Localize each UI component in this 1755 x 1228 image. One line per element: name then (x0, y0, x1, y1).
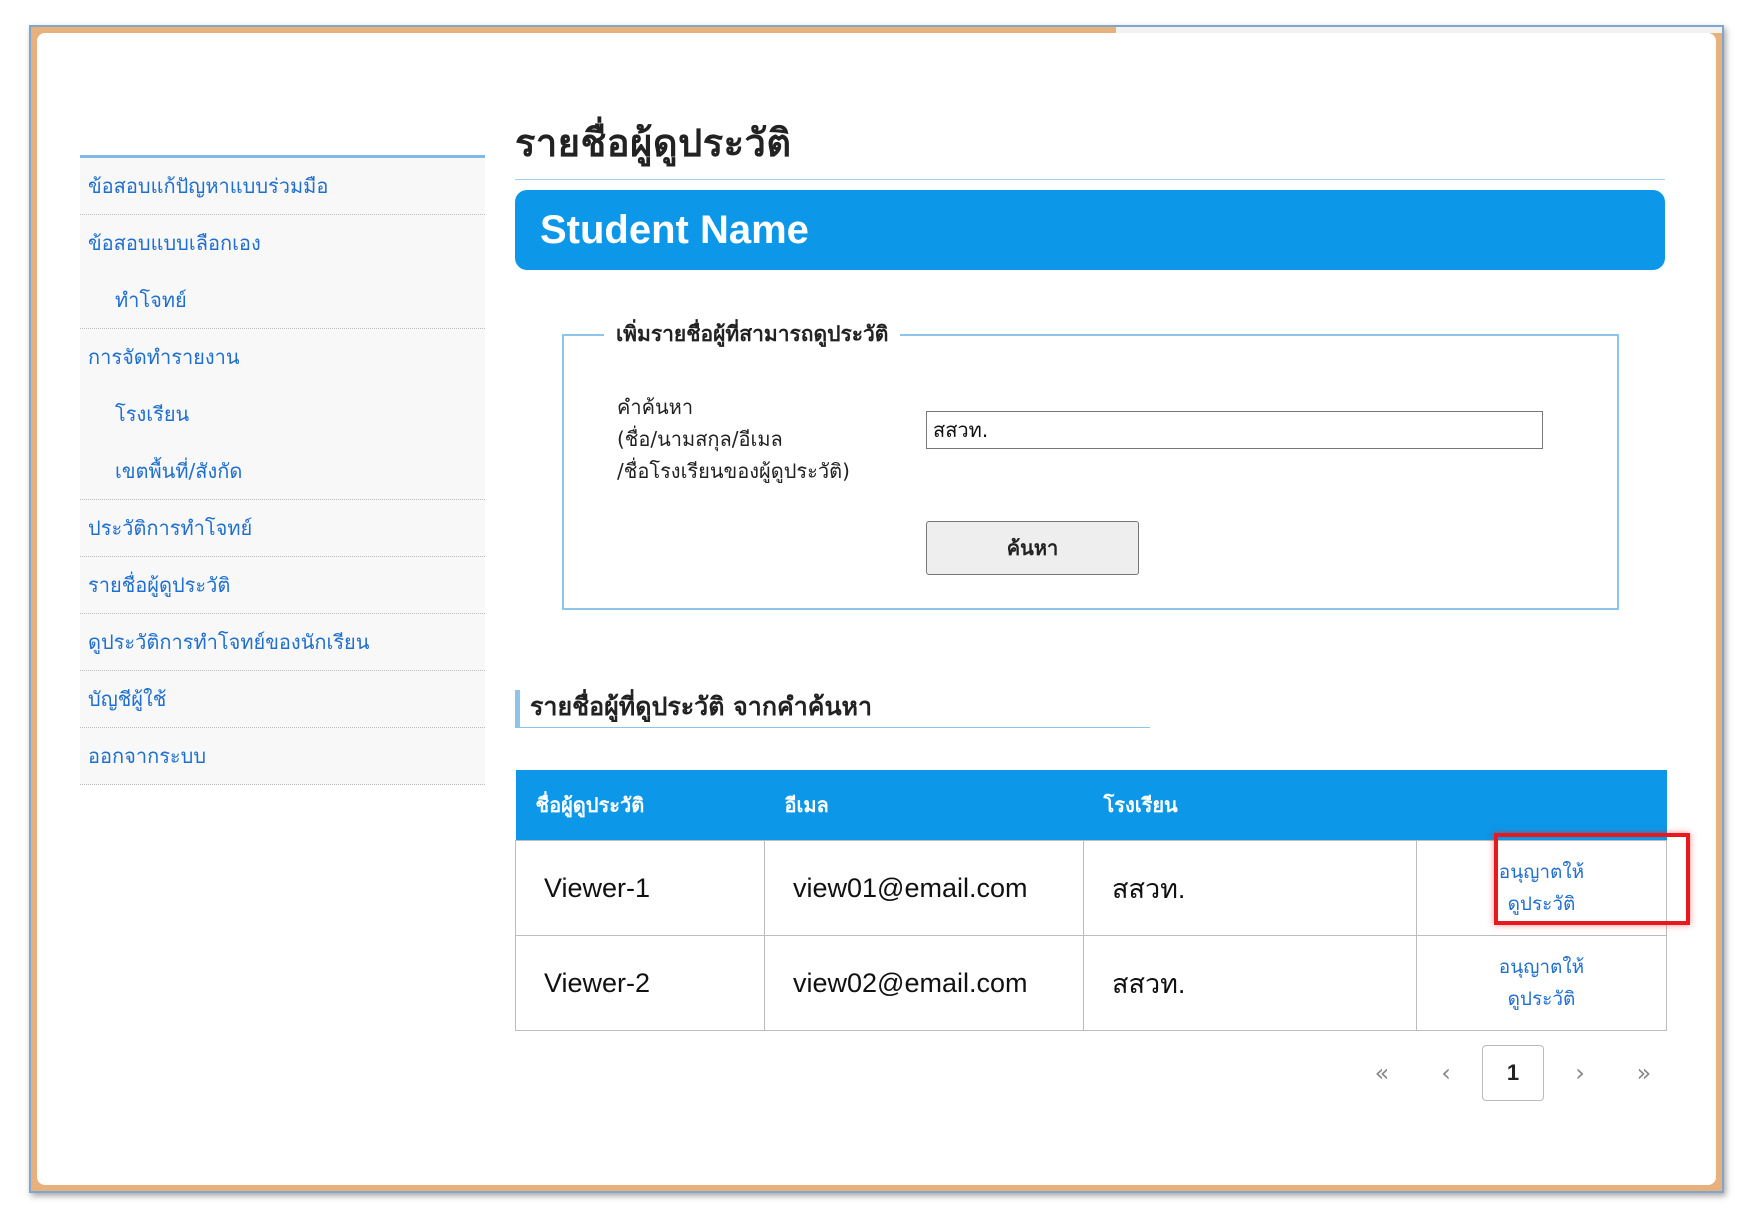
search-label: คำค้นหา (ชื่อ/นามสกุล/อีเมล /ชื่อโรงเรีย… (617, 391, 850, 487)
results-heading: รายชื่อผู้ที่ดูประวัติ จากคำค้นหา (515, 690, 1150, 728)
action-cell: อนุญาตให้ ดูประวัติ (1416, 935, 1667, 1031)
pagination: « ‹ 1 › » (1350, 1045, 1676, 1101)
search-label-line3: /ชื่อโรงเรียนของผู้ดูประวัติ) (617, 459, 850, 483)
sidebar-item-exercise-history[interactable]: ประวัติการทำโจทย์ (80, 500, 485, 557)
search-button[interactable]: ค้นหา (926, 521, 1139, 575)
pagination-current-page[interactable]: 1 (1482, 1045, 1544, 1101)
column-header-email: อีเมล (764, 770, 1084, 841)
sidebar-item-account[interactable]: บัญชีผู้ใช้ (80, 671, 485, 728)
page-title: รายชื่อผู้ดูประวัติ (515, 112, 1665, 180)
allow-view-history-link[interactable]: อนุญาตให้ ดูประวัติ (1417, 951, 1666, 1015)
search-label-line1: คำค้นหา (617, 395, 694, 419)
student-name-banner: Student Name (515, 190, 1665, 270)
allow-link-line1: อนุญาตให้ (1498, 956, 1585, 978)
table-row: Viewer-2 view02@email.com สสวท. อนุญาตให… (515, 935, 1667, 1031)
viewer-name-cell: Viewer-1 (515, 840, 765, 936)
highlight-annotation-box (1494, 833, 1690, 925)
sidebar-item-reports[interactable]: การจัดทำรายงาน (80, 329, 485, 386)
pagination-last-button[interactable]: » (1612, 1059, 1676, 1087)
sidebar-item-logout[interactable]: ออกจากระบบ (80, 728, 485, 785)
sidebar-item-collaborative-tests[interactable]: ข้อสอบแก้ปัญหาแบบร่วมมือ (80, 158, 485, 215)
viewer-school-cell: สสวท. (1083, 840, 1417, 936)
column-header-viewer-name: ชื่อผู้ดูประวัติ (515, 770, 765, 841)
viewer-name-cell: Viewer-2 (515, 935, 765, 1031)
sidebar-item-do-exercises[interactable]: ทำโจทย์ (80, 272, 485, 329)
pagination-next-button[interactable]: › (1548, 1059, 1612, 1087)
sidebar-item-schools[interactable]: โรงเรียน (80, 386, 485, 443)
sidebar-item-history-viewers[interactable]: รายชื่อผู้ดูประวัติ (80, 557, 485, 614)
search-input[interactable] (926, 411, 1543, 449)
column-header-action (1416, 770, 1667, 841)
column-header-school: โรงเรียน (1083, 770, 1417, 841)
add-viewer-form: เพิ่มรายชื่อผู้ที่สามารถดูประวัติ คำค้นห… (562, 318, 1619, 610)
search-label-line2: (ชื่อ/นามสกุล/อีเมล (617, 427, 783, 451)
sidebar-menu: ข้อสอบแก้ปัญหาแบบร่วมมือ ข้อสอบแบบเลือกเ… (80, 155, 485, 785)
viewer-school-cell: สสวท. (1083, 935, 1417, 1031)
sidebar-item-districts[interactable]: เขตพื้นที่/สังกัด (80, 443, 485, 500)
viewer-email-cell: view02@email.com (764, 935, 1084, 1031)
sidebar-item-self-select-tests[interactable]: ข้อสอบแบบเลือกเอง (80, 215, 485, 272)
form-legend: เพิ่มรายชื่อผู้ที่สามารถดูประวัติ (616, 322, 889, 346)
pagination-first-button[interactable]: « (1350, 1059, 1414, 1087)
allow-link-line2: ดูประวัติ (1507, 988, 1576, 1010)
table-header-row: ชื่อผู้ดูประวัติ อีเมล โรงเรียน (515, 770, 1667, 841)
pagination-prev-button[interactable]: ‹ (1414, 1059, 1478, 1087)
viewer-email-cell: view01@email.com (764, 840, 1084, 936)
sidebar-item-student-history[interactable]: ดูประวัติการทำโจทย์ของนักเรียน (80, 614, 485, 671)
